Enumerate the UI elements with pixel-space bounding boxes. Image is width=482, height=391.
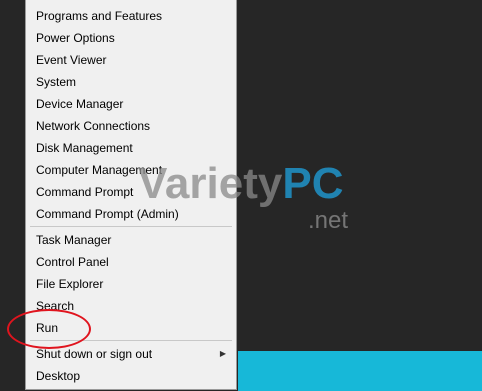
menu-item-network-connections[interactable]: Network Connections	[26, 115, 236, 137]
desktop-screen: Programs and Features Power Options Even…	[0, 0, 482, 391]
menu-item-programs-and-features[interactable]: Programs and Features	[26, 5, 236, 27]
menu-item-task-manager[interactable]: Task Manager	[26, 229, 236, 251]
menu-item-command-prompt[interactable]: Command Prompt	[26, 181, 236, 203]
submenu-arrow-icon: ▶	[219, 349, 226, 358]
red-highlight-circle	[7, 309, 91, 349]
menu-item-file-explorer[interactable]: File Explorer	[26, 273, 236, 295]
menu-item-computer-management[interactable]: Computer Management	[26, 159, 236, 181]
watermark-domain-text: .net	[308, 207, 348, 234]
menu-item-disk-management[interactable]: Disk Management	[26, 137, 236, 159]
menu-item-label: Shut down or sign out	[36, 347, 153, 361]
menu-item-device-manager[interactable]: Device Manager	[26, 93, 236, 115]
taskbar-strip	[238, 351, 482, 391]
menu-item-desktop[interactable]: Desktop	[26, 365, 236, 387]
menu-item-event-viewer[interactable]: Event Viewer	[26, 49, 236, 71]
menu-item-control-panel[interactable]: Control Panel	[26, 251, 236, 273]
menu-item-command-prompt-admin[interactable]: Command Prompt (Admin)	[26, 203, 236, 225]
menu-item-system[interactable]: System	[26, 71, 236, 93]
menu-separator	[30, 226, 232, 227]
menu-item-power-options[interactable]: Power Options	[26, 27, 236, 49]
